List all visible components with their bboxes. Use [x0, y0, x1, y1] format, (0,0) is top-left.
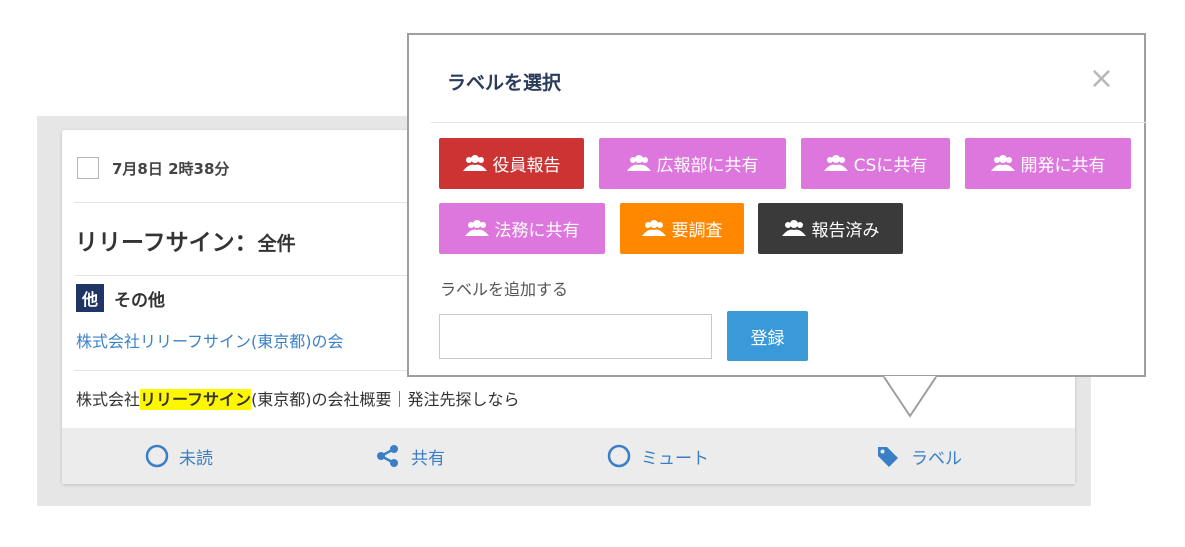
users-icon	[781, 219, 806, 236]
snippet-suffix: (東京都)の会社概要｜発注先探しなら	[251, 390, 520, 409]
snippet-highlight: リリーフサイン	[140, 389, 252, 410]
action-bar: 未読 共有 ミュート ラベル	[62, 428, 1075, 484]
mute-button[interactable]: ミュート	[607, 428, 709, 484]
post-date: 7月8日 2時38分	[112, 159, 230, 178]
category-name: その他	[114, 290, 165, 311]
keyword-scope: 全件	[257, 233, 296, 255]
label-tag[interactable]: 要調査	[620, 203, 744, 254]
label-tag[interactable]: 役員報告	[439, 138, 584, 189]
users-icon	[462, 154, 487, 171]
label-tag[interactable]: 広報部に共有	[599, 138, 786, 189]
circle-icon	[145, 444, 169, 468]
unread-button[interactable]: 未読	[145, 428, 213, 484]
circle-icon	[607, 444, 631, 468]
label-tag-text: 開発に共有	[1020, 156, 1106, 176]
users-icon	[641, 219, 666, 236]
share-icon	[377, 445, 398, 467]
label-tag-text: 広報部に共有	[656, 156, 759, 176]
label-tag[interactable]: 開発に共有	[965, 138, 1131, 189]
mute-label: ミュート	[641, 448, 709, 469]
article-snippet: 株式会社リリーフサイン(東京都)の会社概要｜発注先探しなら	[76, 386, 520, 410]
popover-title: ラベルを選択	[447, 72, 562, 94]
label-tag-text: CSに共有	[853, 156, 928, 176]
unread-label: 未読	[179, 448, 213, 469]
label-tag-text: 法務に共有	[494, 221, 580, 241]
article-link[interactable]: 株式会社リリーフサイン(東京都)の会	[76, 328, 344, 352]
label-button[interactable]: ラベル	[875, 428, 962, 484]
label-tag-text: 報告済み	[811, 221, 880, 241]
label-label: ラベル	[911, 448, 962, 469]
register-button[interactable]: 登録	[727, 311, 808, 361]
divider	[431, 122, 1147, 123]
card-header: 7月8日 2時38分	[77, 156, 229, 180]
share-button[interactable]: 共有	[375, 428, 445, 484]
label-tag-text: 役員報告	[492, 156, 561, 176]
snippet-prefix: 株式会社	[76, 390, 141, 409]
keyword-title: リリーフサイン：全件	[75, 223, 296, 257]
category-badge: 他	[76, 284, 104, 312]
label-tag-text: 要調査	[671, 221, 723, 241]
users-icon	[823, 154, 848, 171]
scope-separator: ：	[234, 230, 258, 256]
users-icon	[464, 219, 489, 236]
keyword: リリーフサイン	[75, 230, 235, 256]
new-label-input[interactable]	[439, 314, 712, 359]
label-tag[interactable]: CSに共有	[801, 138, 950, 189]
popover-arrow	[883, 376, 937, 418]
select-checkbox[interactable]	[77, 157, 99, 179]
close-icon[interactable]: ×	[1089, 64, 1114, 94]
category: 他 その他	[76, 284, 165, 312]
label-select-popover: ラベルを選択 × 役員報告 広報部に共有 CSに共有 開発に共有 法務に共有 要…	[407, 33, 1147, 377]
add-label-heading: ラベルを追加する	[440, 280, 569, 299]
tag-icon	[878, 447, 898, 467]
label-tag[interactable]: 報告済み	[758, 203, 903, 254]
users-icon	[990, 154, 1015, 171]
share-label: 共有	[411, 448, 445, 469]
label-tag[interactable]: 法務に共有	[439, 203, 605, 254]
users-icon	[626, 154, 651, 171]
